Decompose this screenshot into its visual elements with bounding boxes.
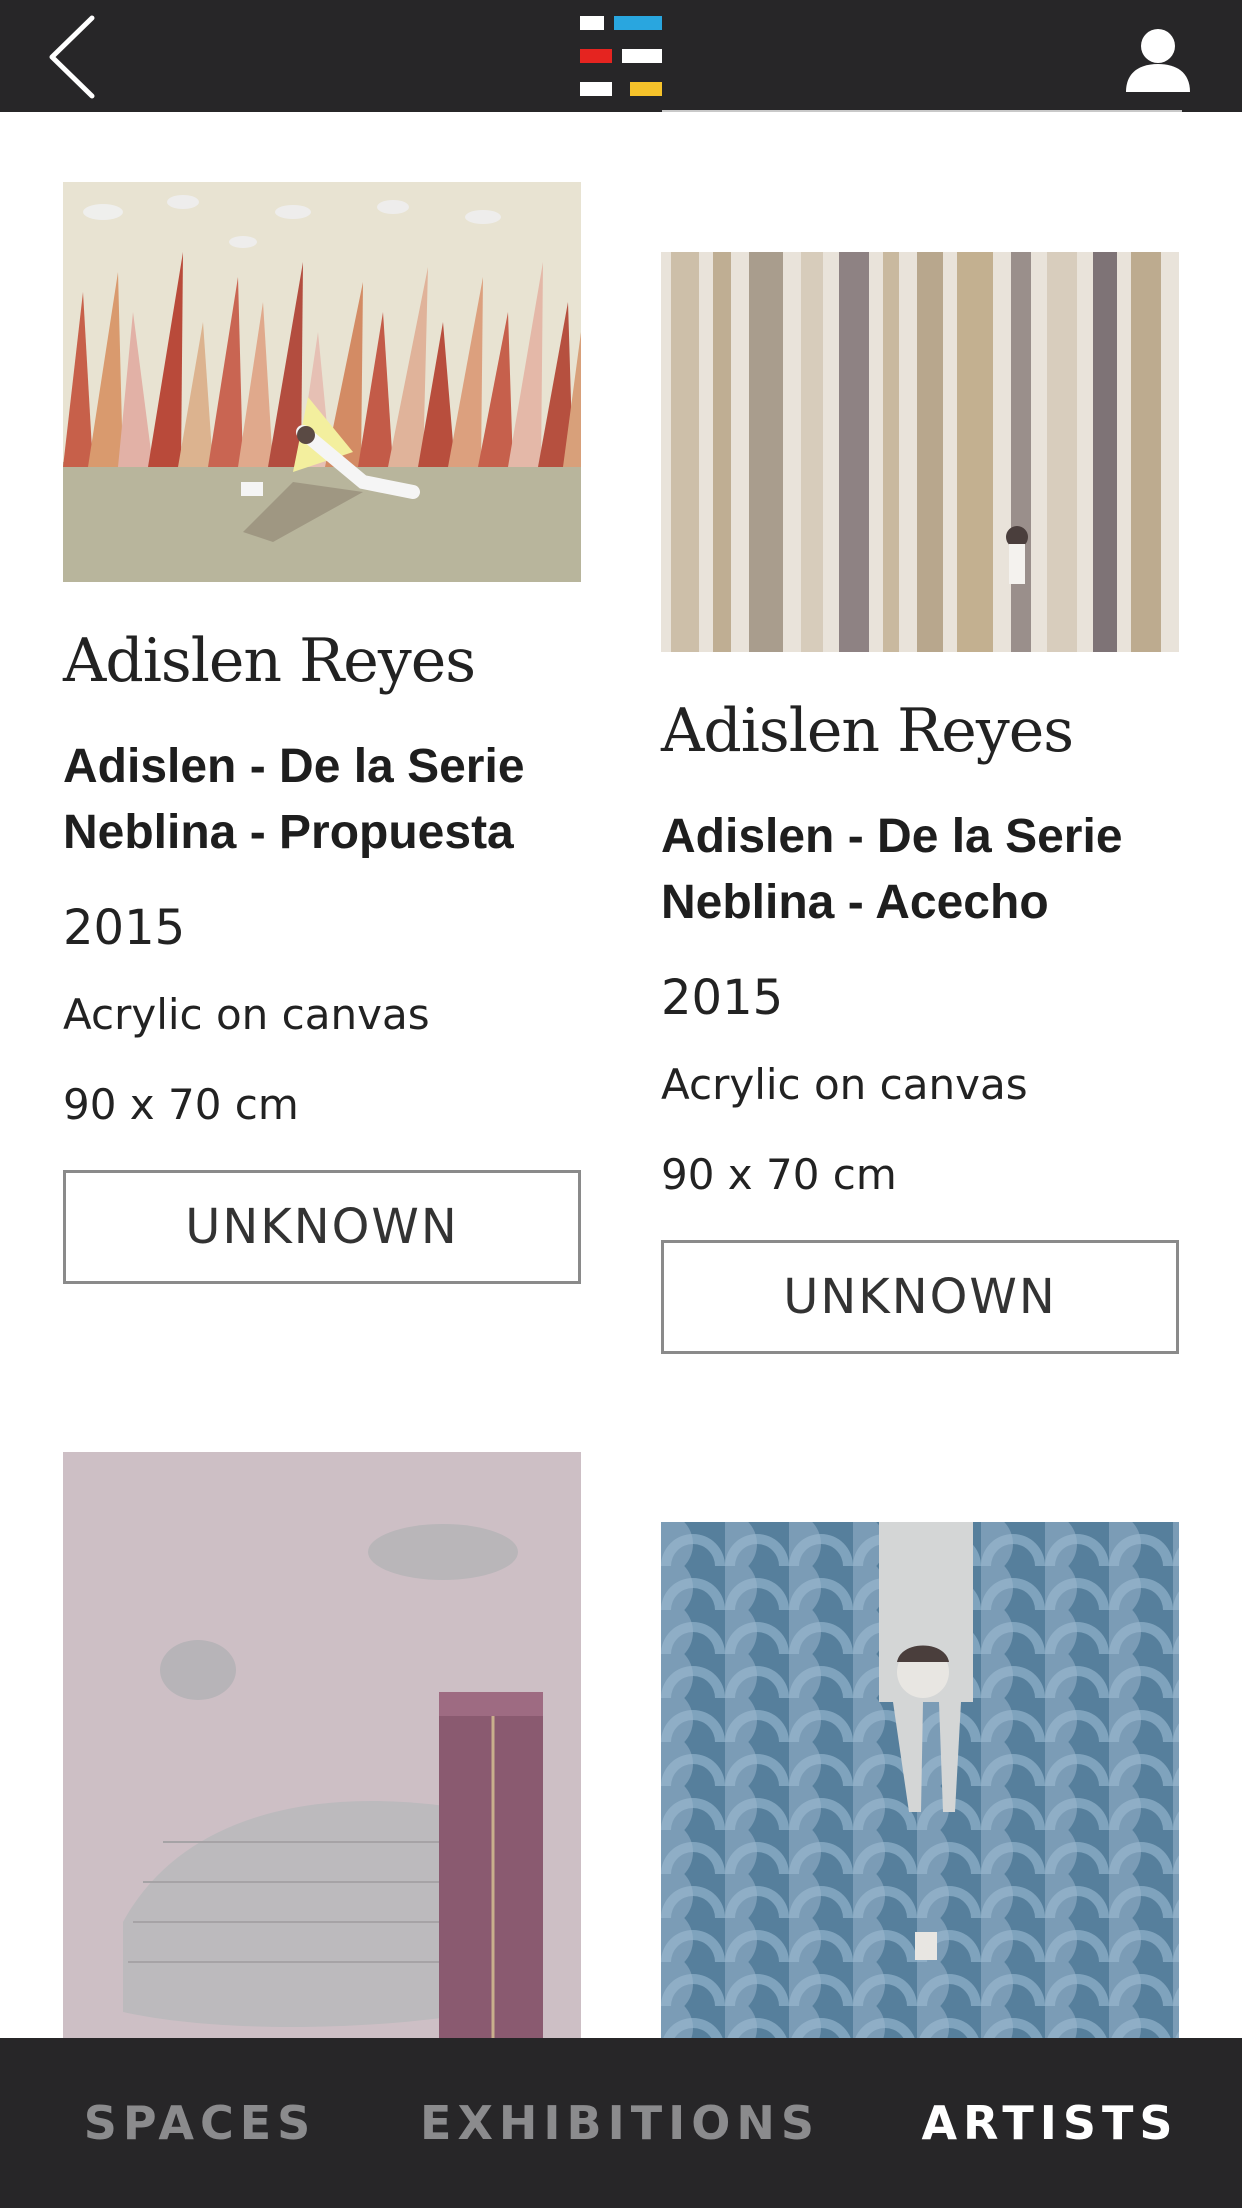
app-logo-icon [580, 16, 662, 96]
artwork-year: 2015 [63, 900, 186, 956]
artwork-medium: Acrylic on canvas [661, 1060, 1028, 1109]
status-button[interactable]: UNKNOWN [63, 1170, 581, 1284]
artwork-card[interactable] [661, 1522, 1179, 2038]
tab-exhibitions[interactable]: EXHIBITIONS [420, 2038, 820, 2208]
artwork-year: 2015 [661, 970, 784, 1026]
bottom-tab-bar: SPACES EXHIBITIONS ARTISTS [0, 2038, 1242, 2208]
artwork-dimensions: 90 x 70 cm [661, 1150, 897, 1199]
artwork-dimensions: 90 x 70 cm [63, 1080, 299, 1129]
app-logo[interactable] [580, 16, 662, 96]
artwork-card[interactable] [63, 1452, 581, 2038]
artwork-card[interactable]: Adislen Reyes Adislen - De la Serie Nebl… [63, 182, 581, 1284]
artist-name[interactable]: Adislen Reyes [63, 628, 581, 694]
artwork-grid: Adislen Reyes Adislen - De la Serie Nebl… [0, 112, 1242, 2038]
artwork-image[interactable] [661, 252, 1179, 652]
artwork-card[interactable]: Adislen Reyes Adislen - De la Serie Nebl… [661, 252, 1179, 1354]
artwork-title[interactable]: Adislen - De la Serie Neblina - Propuest… [63, 734, 581, 866]
tab-spaces[interactable]: SPACES [60, 2038, 340, 2208]
chevron-left-icon [49, 15, 95, 99]
artist-name[interactable]: Adislen Reyes [661, 698, 1179, 764]
back-button[interactable] [40, 12, 110, 102]
artwork-title[interactable]: Adislen - De la Serie Neblina - Acecho [661, 804, 1179, 936]
artwork-image[interactable] [63, 1452, 581, 2038]
user-icon [1126, 29, 1190, 92]
artwork-medium: Acrylic on canvas [63, 990, 430, 1039]
artwork-image[interactable] [63, 182, 581, 582]
artwork-image[interactable] [661, 1522, 1179, 2038]
status-button[interactable]: UNKNOWN [661, 1240, 1179, 1354]
top-bar [0, 0, 1242, 112]
profile-button[interactable] [1122, 26, 1194, 96]
tab-artists[interactable]: ARTISTS [900, 2038, 1200, 2208]
